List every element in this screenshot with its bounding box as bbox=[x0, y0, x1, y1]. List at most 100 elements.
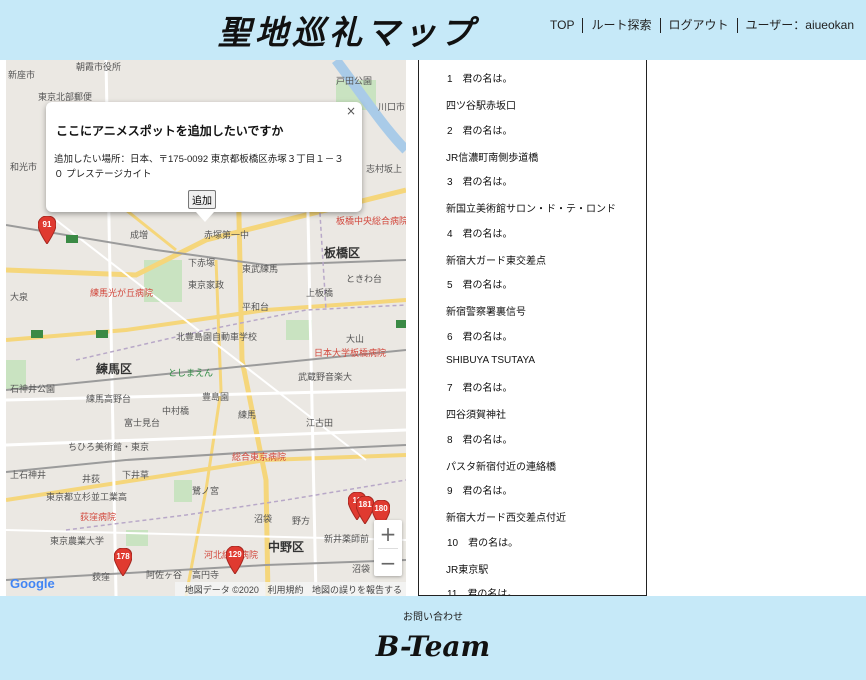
close-icon[interactable]: × bbox=[346, 104, 356, 118]
spot-place: 四ツ谷駅赤坂口 bbox=[446, 101, 516, 112]
map-label: 鷺ノ宮 bbox=[192, 486, 220, 496]
list-item[interactable]: 11 君の名は。 bbox=[419, 575, 646, 596]
site-footer: お問い合わせ B-Team bbox=[0, 596, 866, 680]
list-item[interactable]: 6 君の名は。 SHIBUYA TSUTAYA bbox=[419, 318, 646, 370]
map-label: 志村坂上 bbox=[366, 164, 403, 174]
spot-title: 1 君の名は。 bbox=[447, 74, 513, 85]
list-item[interactable]: 10 君の名は。 JR東京駅 bbox=[419, 524, 646, 576]
spot-place: SHIBUYA TSUTAYA bbox=[446, 354, 536, 366]
map-label: 戸田公園 bbox=[336, 76, 373, 86]
map-label: としまえん bbox=[168, 368, 214, 378]
spot-place: 新宿大ガード東交差点 bbox=[446, 255, 546, 267]
nav-logout-link[interactable]: ログアウト bbox=[661, 18, 738, 33]
park-area bbox=[286, 320, 312, 340]
list-item[interactable]: 2 君の名は。 JR信濃町南側歩道橋 bbox=[419, 112, 646, 164]
spot-pin[interactable]: 129 bbox=[225, 545, 245, 575]
spot-list[interactable]: 1 君の名は。 四ツ谷駅赤坂口 2 君の名は。 JR信濃町南側歩道橋 3 君の名… bbox=[418, 60, 647, 596]
spot-pin[interactable]: 91 bbox=[37, 215, 57, 245]
map-attribution: 地図データ ©2020 利用規約 地図の誤りを報告する bbox=[174, 582, 406, 596]
team-logo: B-Team bbox=[375, 630, 491, 663]
username: aiueokan bbox=[805, 18, 854, 32]
map-label: 沼袋 bbox=[352, 564, 371, 574]
map-label: 東武練馬 bbox=[242, 264, 279, 274]
route-shield bbox=[31, 330, 43, 338]
spot-title: 5 君の名は。 bbox=[447, 280, 513, 291]
map-label: 新座市 bbox=[8, 70, 36, 80]
spot-pin[interactable]: 178 bbox=[113, 547, 133, 577]
spot-place: 新宿大ガード西交差点付近 bbox=[446, 513, 566, 524]
spot-title: 8 君の名は。 bbox=[447, 434, 513, 446]
list-item[interactable]: 9 君の名は。 新宿大ガード西交差点付近 bbox=[419, 472, 646, 524]
list-item[interactable]: 1 君の名は。 四ツ谷駅赤坂口 bbox=[419, 60, 646, 112]
map-label: 野方 bbox=[292, 516, 311, 526]
spot-place: 新宿警察署裏信号 bbox=[446, 307, 526, 318]
list-item[interactable]: 7 君の名は。 四谷須賀神社 bbox=[419, 369, 646, 421]
user-prefix: ユーザー： bbox=[745, 18, 806, 32]
route-shield bbox=[66, 235, 78, 243]
map-label: 練馬区 bbox=[96, 362, 133, 376]
park-area bbox=[174, 480, 192, 502]
map-label: 下井草 bbox=[122, 470, 150, 480]
route-shield bbox=[96, 330, 108, 338]
map-data-credit: 地図データ ©2020 bbox=[184, 585, 259, 595]
map-label: 練馬高野台 bbox=[86, 394, 132, 404]
spot-place: パスタ新宿付近の連絡橋 bbox=[446, 461, 556, 473]
pin-number: 91 bbox=[42, 220, 52, 229]
pin-number: 129 bbox=[228, 550, 242, 559]
add-spot-button[interactable]: 追加 bbox=[188, 190, 216, 209]
map-label: 井荻 bbox=[82, 474, 101, 484]
spot-place: JR東京駅 bbox=[446, 564, 489, 576]
spot-title: 2 君の名は。 bbox=[447, 125, 513, 137]
map-label: 赤塚第一中 bbox=[204, 230, 250, 240]
top-nav: TOP ルート探索 ログアウト ユーザー：aiueokan bbox=[550, 18, 854, 33]
list-item[interactable]: 8 君の名は。 パスタ新宿付近の連絡橋 bbox=[419, 421, 646, 473]
map-label: 板橋中央総合病院 bbox=[336, 216, 406, 226]
map-label: 石神井公園 bbox=[10, 384, 56, 394]
spot-title: 7 君の名は。 bbox=[447, 383, 513, 394]
route-shield bbox=[396, 320, 406, 328]
zoom-in-button[interactable]: + bbox=[374, 520, 402, 548]
list-item[interactable]: 5 君の名は。 新宿警察署裏信号 bbox=[419, 266, 646, 318]
zoom-out-button[interactable]: − bbox=[374, 549, 402, 577]
report-error-link[interactable]: 地図の誤りを報告する bbox=[312, 585, 402, 595]
spot-title: 10 君の名は。 bbox=[447, 537, 519, 549]
map-view[interactable]: 新座市 朝霞市役所 東京北部郵便 戸田公園 川口市 板橋区 練馬区 中野区 とし… bbox=[6, 60, 406, 596]
map-label: 成増 bbox=[130, 230, 149, 240]
spot-place: 新国立美術館サロン・ド・テ・ロンド bbox=[446, 204, 616, 215]
map-label: 総合東京病院 bbox=[232, 452, 287, 462]
list-item[interactable]: 4 君の名は。 新宿大ガード東交差点 bbox=[419, 215, 646, 267]
spot-title: 11 君の名は。 bbox=[447, 589, 518, 596]
popup-address: 追加したい場所：日本、〒175-0092 東京都板橋区赤塚３丁目１－３０ プレス… bbox=[54, 154, 344, 180]
contact-link[interactable]: お問い合わせ bbox=[0, 608, 866, 623]
zoom-controls: + − bbox=[374, 520, 402, 576]
map-label: 荻窪 bbox=[92, 572, 111, 582]
site-title[interactable]: 聖地巡礼マップ bbox=[218, 6, 477, 54]
map-label: 中村橋 bbox=[162, 406, 190, 416]
terms-link[interactable]: 利用規約 bbox=[267, 585, 303, 595]
map-label: 東京農業大学 bbox=[50, 536, 105, 546]
map-label: 高円寺 bbox=[192, 570, 220, 580]
map-label: 日本大学板橋病院 bbox=[314, 348, 387, 358]
map-label: 練馬光が丘病院 bbox=[90, 288, 154, 298]
spot-title: 9 君の名は。 bbox=[447, 486, 513, 497]
map-label: 和光市 bbox=[10, 162, 38, 172]
map-label: 大山 bbox=[346, 334, 365, 344]
map-label: 荻窪病院 bbox=[80, 512, 117, 522]
spot-title: 4 君の名は。 bbox=[447, 228, 513, 240]
map-label: 中野区 bbox=[268, 540, 305, 554]
map-label: 江古田 bbox=[306, 418, 334, 428]
list-item[interactable]: 3 君の名は。 新国立美術館サロン・ド・テ・ロンド bbox=[419, 163, 646, 215]
nav-route-search-link[interactable]: ルート探索 bbox=[583, 18, 661, 33]
google-logo: Google bbox=[10, 576, 55, 591]
site-header: 聖地巡礼マップ TOP ルート探索 ログアウト ユーザー：aiueokan bbox=[0, 0, 866, 60]
map-label: 東京都立杉並工業高 bbox=[46, 492, 128, 502]
map-label: 武蔵野音楽大 bbox=[298, 372, 353, 382]
nav-user: ユーザー：aiueokan bbox=[738, 18, 854, 33]
nav-top-link[interactable]: TOP bbox=[550, 18, 584, 33]
add-spot-popup: × ここにアニメスポットを追加したいですか 追加したい場所：日本、〒175-00… bbox=[46, 102, 362, 222]
popup-title: ここにアニメスポットを追加したいですか bbox=[56, 124, 284, 138]
map-label: ちひろ美術館・東京 bbox=[68, 442, 150, 452]
spot-title: 3 君の名は。 bbox=[447, 177, 513, 188]
map-label: 富士見台 bbox=[124, 418, 161, 428]
map-label: 新井薬師前 bbox=[324, 534, 370, 544]
